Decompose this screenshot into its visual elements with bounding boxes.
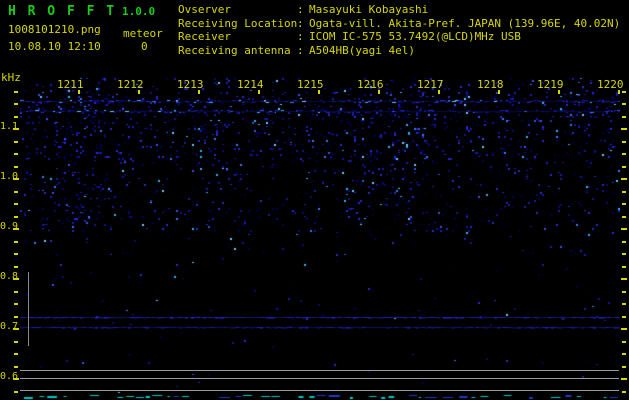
- y-minor-tick-right: [622, 266, 626, 268]
- y-minor-tick-right: [622, 191, 626, 193]
- y-tick-label: 1.0: [0, 171, 13, 182]
- y-minor-tick-left: [14, 216, 18, 218]
- x-tick-mark: [378, 90, 380, 94]
- info-label: Ovserver: [178, 3, 297, 17]
- y-major-tick-left: [13, 178, 19, 180]
- info-label: Receiving antenna: [178, 44, 297, 58]
- app-version: 1.0.0: [122, 5, 155, 18]
- y-minor-tick-left: [14, 316, 18, 318]
- y-minor-tick-right: [622, 103, 626, 105]
- output-filename: 1008101210.png: [8, 23, 101, 36]
- y-minor-tick-right: [622, 316, 626, 318]
- y-minor-tick-left: [14, 203, 18, 205]
- info-separator: :: [297, 30, 309, 44]
- meteor-count: 0: [141, 40, 148, 53]
- info-row: Ovserver: Masayuki Kobayashi: [178, 3, 620, 17]
- y-major-tick-right: [621, 328, 627, 330]
- y-minor-tick-right: [622, 241, 626, 243]
- x-tick-mark: [438, 90, 440, 94]
- y-minor-tick-right: [622, 116, 626, 118]
- y-major-tick-left: [13, 228, 19, 230]
- info-value: Ogata-vill. Akita-Pref. JAPAN (139.96E, …: [309, 17, 620, 31]
- hrofft-spectrogram-screenshot: H R O F F T 1.0.0 1008101210.png 10.08.1…: [0, 0, 629, 400]
- y-major-tick-right: [621, 228, 627, 230]
- y-minor-tick-left: [14, 153, 18, 155]
- y-major-tick-right: [621, 128, 627, 130]
- capture-datetime: 10.08.10 12:10: [8, 40, 101, 53]
- y-minor-tick-left: [14, 366, 18, 368]
- y-minor-tick-right: [622, 91, 626, 93]
- y-axis-unit: kHz: [1, 71, 21, 84]
- y-major-tick-left: [13, 128, 19, 130]
- y-minor-tick-left: [14, 103, 18, 105]
- y-minor-tick-left: [14, 303, 18, 305]
- spectrogram-canvas: [20, 72, 620, 400]
- y-minor-tick-right: [622, 253, 626, 255]
- y-tick-label: 0.7: [0, 321, 13, 332]
- y-major-tick-left: [13, 378, 19, 380]
- y-minor-tick-right: [622, 303, 626, 305]
- y-major-tick-right: [621, 278, 627, 280]
- y-tick-label: 0.6: [0, 371, 13, 382]
- x-tick-mark: [258, 90, 260, 94]
- x-tick-mark: [78, 90, 80, 94]
- y-minor-tick-left: [14, 266, 18, 268]
- x-tick-mark: [618, 90, 620, 94]
- y-minor-tick-right: [622, 341, 626, 343]
- y-minor-tick-right: [622, 153, 626, 155]
- y-minor-tick-left: [14, 191, 18, 193]
- reference-line-3: [20, 390, 619, 391]
- mode-label: meteor: [123, 27, 163, 40]
- y-minor-tick-left: [14, 253, 18, 255]
- info-separator: :: [297, 44, 309, 58]
- y-major-tick-right: [621, 178, 627, 180]
- x-tick-mark: [318, 90, 320, 94]
- info-separator: :: [297, 3, 309, 17]
- info-row: Receiver: ICOM IC-575 53.7492(@LCD)MHz US…: [178, 30, 620, 44]
- y-minor-tick-right: [622, 366, 626, 368]
- y-minor-tick-right: [622, 203, 626, 205]
- info-label: Receiving Location: [178, 17, 297, 31]
- y-minor-tick-left: [14, 341, 18, 343]
- y-minor-tick-left: [14, 291, 18, 293]
- y-tick-label: 0.8: [0, 271, 13, 282]
- y-minor-tick-left: [14, 116, 18, 118]
- y-minor-tick-right: [622, 216, 626, 218]
- y-minor-tick-right: [622, 291, 626, 293]
- y-minor-tick-left: [14, 241, 18, 243]
- x-tick-mark: [198, 90, 200, 94]
- y-minor-tick-right: [622, 166, 626, 168]
- info-value: ICOM IC-575 53.7492(@LCD)MHz USB: [309, 30, 521, 44]
- y-tick-label: 1.1: [0, 121, 13, 132]
- info-row: Receiving Location: Ogata-vill. Akita-Pre…: [178, 17, 620, 31]
- x-tick-mark: [558, 90, 560, 94]
- y-minor-tick-left: [14, 91, 18, 93]
- y-tick-label: 0.9: [0, 221, 13, 232]
- y-major-tick-left: [13, 328, 19, 330]
- level-indicator-bar: [28, 272, 29, 346]
- y-major-tick-left: [13, 278, 19, 280]
- reference-line-1: [20, 370, 619, 371]
- y-minor-tick-left: [14, 353, 18, 355]
- y-minor-tick-left: [14, 141, 18, 143]
- y-minor-tick-right: [622, 141, 626, 143]
- info-label: Receiver: [178, 30, 297, 44]
- info-value: Masayuki Kobayashi: [309, 3, 428, 17]
- y-minor-tick-left: [14, 391, 18, 393]
- station-info: Ovserver: Masayuki Kobayashi Receiving Loc…: [178, 3, 620, 57]
- y-major-tick-right: [621, 378, 627, 380]
- info-separator: :: [297, 17, 309, 31]
- x-tick-mark: [498, 90, 500, 94]
- x-tick-mark: [138, 90, 140, 94]
- app-title: H R O F F T: [8, 4, 116, 19]
- reference-line-2: [20, 378, 619, 379]
- y-minor-tick-left: [14, 166, 18, 168]
- y-minor-tick-right: [622, 353, 626, 355]
- info-value: A504HB(yagi 4el): [309, 44, 415, 58]
- info-row: Receiving antenna: A504HB(yagi 4el): [178, 44, 620, 58]
- y-minor-tick-right: [622, 391, 626, 393]
